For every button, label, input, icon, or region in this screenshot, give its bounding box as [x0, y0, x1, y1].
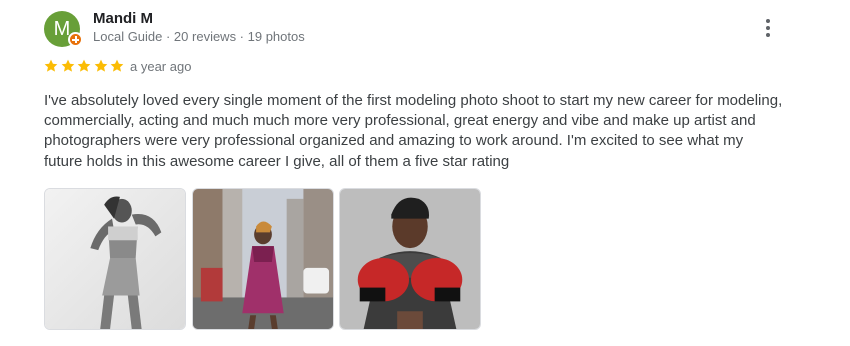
- review-photo-1[interactable]: [44, 188, 186, 330]
- review-photo-2[interactable]: [192, 188, 334, 330]
- reviewer-meta[interactable]: Local Guide · 20 reviews · 19 photos: [93, 29, 305, 44]
- local-guide-badge-icon: [68, 32, 83, 47]
- photo-bw-portrait: [45, 189, 185, 329]
- photo-boxing-portrait: [340, 189, 480, 329]
- star-icon: [76, 58, 92, 74]
- more-vert-icon: [766, 19, 770, 23]
- star-icon: [93, 58, 109, 74]
- star-icon: [43, 58, 59, 74]
- star-icon: [60, 58, 76, 74]
- avatar[interactable]: M: [44, 11, 83, 47]
- star-rating: [43, 58, 126, 74]
- reviewer-name[interactable]: Mandi M: [93, 10, 153, 27]
- review-photo-3[interactable]: [339, 188, 481, 330]
- review-text: I've absolutely loved every single momen…: [44, 92, 783, 170]
- review-time: a year ago: [130, 59, 192, 74]
- more-options-button[interactable]: [756, 14, 780, 42]
- photo-city-street: [193, 189, 333, 329]
- star-icon: [109, 58, 125, 74]
